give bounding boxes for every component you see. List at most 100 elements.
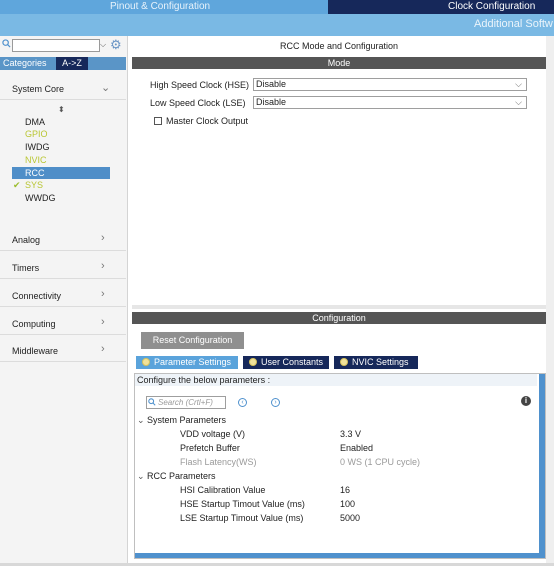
- sort-icon[interactable]: ⬍: [58, 105, 65, 114]
- chevron-down-icon: ⌄: [101, 82, 111, 94]
- group-system-parameters[interactable]: ⌄ System Parameters: [137, 415, 226, 426]
- next-result-icon[interactable]: ›: [271, 398, 280, 407]
- vertical-scrollbar[interactable]: [539, 374, 545, 558]
- tab-additional-software[interactable]: Additional Softw: [474, 18, 553, 30]
- peripheral-label: DMA: [25, 117, 45, 127]
- lse-label: Low Speed Clock (LSE): [150, 98, 246, 108]
- section-timers[interactable]: Timers ›: [0, 257, 126, 279]
- param-value[interactable]: 5000: [340, 513, 360, 523]
- section-label: Computing: [12, 319, 56, 329]
- panel-splitter[interactable]: [132, 305, 546, 309]
- tab-pinout-configuration[interactable]: Pinout & Configuration: [0, 0, 328, 14]
- horizontal-scrollbar[interactable]: [135, 553, 541, 558]
- status-dot-icon: [340, 358, 348, 366]
- section-middleware[interactable]: Middleware ›: [0, 340, 126, 362]
- chevron-right-icon: ›: [101, 260, 105, 272]
- search-placeholder: Search (Crtl+F): [158, 398, 213, 407]
- category-tabs: Categories A->Z: [0, 57, 126, 70]
- chevron-down-icon: ⌵: [515, 79, 522, 89]
- section-system-core[interactable]: System Core ⌄: [0, 78, 126, 100]
- params-caption: Configure the below parameters :: [135, 374, 537, 386]
- chevron-right-icon: ›: [101, 232, 105, 244]
- lse-select[interactable]: Disable ⌵: [253, 96, 527, 109]
- hse-label: High Speed Clock (HSE): [150, 80, 250, 90]
- status-dot-icon: [249, 358, 257, 366]
- chevron-down-icon: ⌵: [515, 97, 522, 107]
- configuration-header: Configuration: [132, 312, 546, 324]
- hse-select[interactable]: Disable ⌵: [253, 78, 527, 91]
- peripheral-label: SYS: [25, 180, 44, 190]
- chevron-down-icon: ⌄: [137, 415, 145, 425]
- chevron-down-icon[interactable]: ⌵: [100, 40, 106, 50]
- sub-tab-bar: [0, 14, 554, 36]
- category-search-row: ⌵ ⚙: [0, 38, 128, 52]
- gear-icon[interactable]: ⚙: [110, 38, 123, 51]
- status-dot-icon: [142, 358, 150, 366]
- tab-nvic-settings[interactable]: NVIC Settings: [334, 356, 418, 369]
- param-name: VDD voltage (V): [180, 429, 246, 439]
- search-icon: [2, 39, 11, 48]
- param-value[interactable]: 100: [340, 499, 355, 509]
- top-tab-bar: Pinout & Configuration Clock Configurati…: [0, 0, 554, 14]
- param-name: LSE Startup Timout Value (ms): [180, 513, 304, 523]
- tab-a-to-z[interactable]: A->Z: [56, 57, 88, 70]
- section-label: Connectivity: [12, 291, 62, 301]
- tab-label: User Constants: [261, 357, 324, 367]
- peripheral-label: GPIO: [25, 129, 48, 139]
- master-clock-output-label: Master Clock Output: [166, 116, 249, 126]
- param-name: Flash Latency(WS): [180, 457, 257, 467]
- chevron-right-icon: ›: [101, 343, 105, 355]
- previous-result-icon[interactable]: ‹: [238, 398, 247, 407]
- parameter-settings-area: Configure the below parameters : Search …: [134, 373, 546, 559]
- tab-label: Parameter Settings: [154, 357, 232, 367]
- param-value[interactable]: Enabled: [340, 443, 373, 453]
- category-search-input[interactable]: ⌵: [12, 39, 106, 52]
- peripheral-dma[interactable]: DMA: [12, 116, 110, 128]
- right-edge-strip: [546, 36, 554, 563]
- group-rcc-parameters[interactable]: ⌄ RCC Parameters: [137, 471, 216, 482]
- section-label: Analog: [12, 235, 41, 245]
- reset-configuration-button[interactable]: Reset Configuration: [141, 332, 244, 349]
- param-name: Prefetch Buffer: [180, 443, 240, 453]
- hse-value: Disable: [256, 79, 287, 89]
- peripheral-label: NVIC: [25, 155, 47, 165]
- section-analog[interactable]: Analog ›: [0, 229, 126, 251]
- panel-title: RCC Mode and Configuration: [279, 41, 399, 51]
- section-computing[interactable]: Computing ›: [0, 313, 126, 335]
- peripheral-iwdg[interactable]: IWDG: [12, 141, 110, 153]
- chevron-right-icon: ›: [101, 316, 105, 328]
- master-clock-output-checkbox[interactable]: [154, 117, 162, 125]
- group-title: System Parameters: [147, 415, 227, 425]
- parameter-search-input[interactable]: Search (Crtl+F): [146, 396, 226, 409]
- tab-user-constants[interactable]: User Constants: [243, 356, 329, 369]
- param-value[interactable]: 16: [340, 485, 350, 495]
- peripheral-label: WWDG: [25, 193, 56, 203]
- param-name: HSI Calibration Value: [180, 485, 266, 495]
- tab-parameter-settings[interactable]: Parameter Settings: [136, 356, 238, 369]
- section-label: System Core: [12, 84, 65, 94]
- peripheral-label: RCC: [25, 168, 45, 178]
- peripheral-sys[interactable]: ✔ SYS: [12, 179, 110, 191]
- mode-header: Mode: [132, 57, 546, 69]
- info-icon[interactable]: i: [521, 396, 531, 406]
- search-icon: [148, 398, 156, 406]
- peripheral-nvic[interactable]: NVIC: [12, 154, 110, 166]
- group-title: RCC Parameters: [147, 471, 216, 481]
- check-icon: ✔: [13, 180, 21, 190]
- lse-value: Disable: [256, 97, 287, 107]
- tab-clock-configuration[interactable]: Clock Configuration: [328, 0, 554, 14]
- section-label: Timers: [12, 263, 40, 273]
- peripheral-rcc[interactable]: RCC: [12, 167, 110, 179]
- param-name: HSE Startup Timout Value (ms): [180, 499, 305, 509]
- chevron-down-icon: ⌄: [137, 471, 145, 481]
- peripheral-wwdg[interactable]: WWDG: [12, 192, 110, 204]
- peripheral-label: IWDG: [25, 142, 50, 152]
- section-connectivity[interactable]: Connectivity ›: [0, 285, 126, 307]
- param-value[interactable]: 3.3 V: [340, 429, 361, 439]
- param-value: 0 WS (1 CPU cycle): [340, 457, 421, 467]
- left-panel: ⌵ ⚙ Categories A->Z System Core ⌄ ⬍ DMA …: [0, 36, 128, 563]
- section-label: Middleware: [12, 346, 59, 356]
- rcc-mode-configuration-panel: RCC Mode and Configuration Mode High Spe…: [132, 36, 546, 563]
- tab-categories[interactable]: Categories: [3, 57, 47, 70]
- peripheral-gpio[interactable]: GPIO: [12, 128, 110, 140]
